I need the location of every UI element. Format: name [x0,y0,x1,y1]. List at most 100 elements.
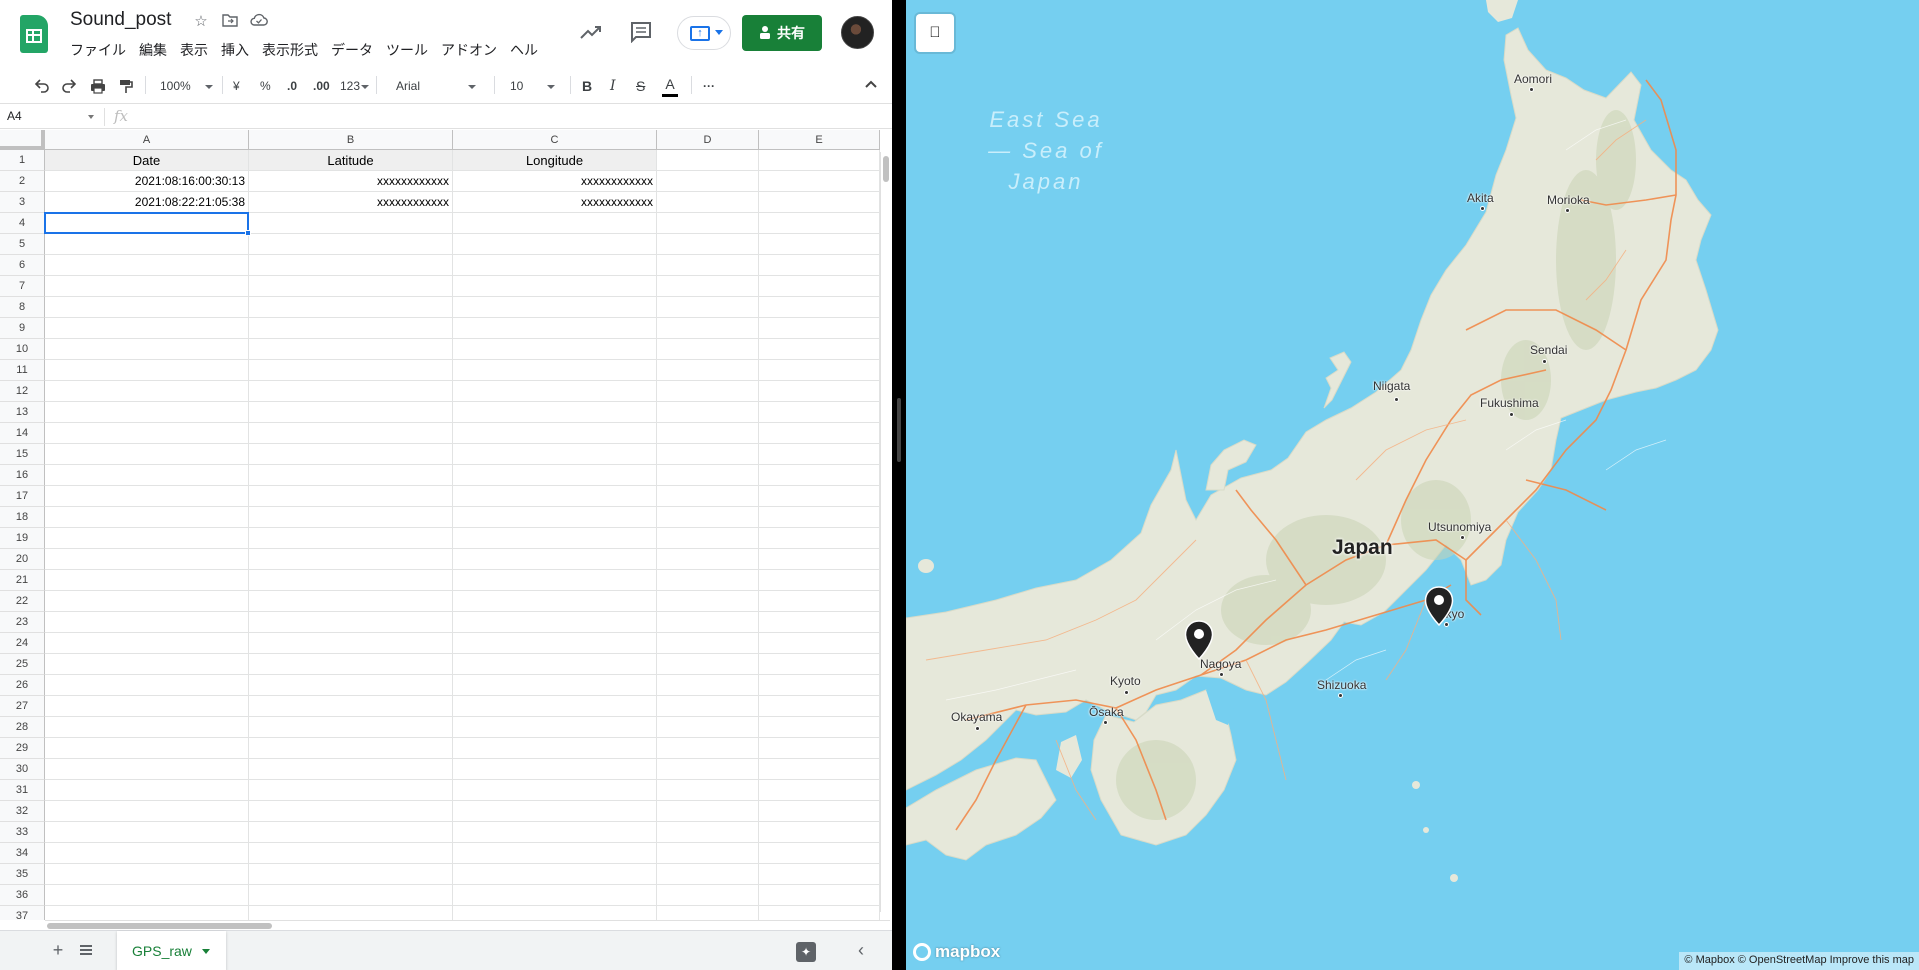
cell[interactable] [759,906,880,920]
cell[interactable] [657,906,759,920]
cell[interactable] [45,864,249,885]
row-header[interactable]: 3 [0,192,45,213]
cell[interactable] [759,255,880,276]
cell[interactable] [249,549,453,570]
row-header[interactable]: 12 [0,381,45,402]
cell[interactable] [249,843,453,864]
header-cell[interactable]: Date [45,150,249,171]
row-header[interactable]: 14 [0,423,45,444]
cell[interactable] [45,528,249,549]
cell[interactable] [657,276,759,297]
cell[interactable] [453,570,657,591]
menu-format[interactable]: 表示形式 [262,40,318,60]
text-color-button[interactable]: A [662,75,678,97]
divider-grip[interactable] [897,398,901,462]
cell[interactable] [657,801,759,822]
cell[interactable] [657,213,759,234]
cell[interactable] [249,297,453,318]
cell[interactable] [453,885,657,906]
cell[interactable] [45,717,249,738]
cell[interactable] [759,633,880,654]
menu-insert[interactable]: 挿入 [221,40,249,60]
cell[interactable] [657,780,759,801]
cell[interactable] [453,276,657,297]
row-header[interactable]: 18 [0,507,45,528]
cell[interactable] [45,801,249,822]
cell[interactable] [453,507,657,528]
cell[interactable] [657,465,759,486]
row-header[interactable]: 30 [0,759,45,780]
menu-data[interactable]: データ [331,40,373,60]
cell[interactable] [453,738,657,759]
cell[interactable] [45,696,249,717]
cell[interactable] [249,675,453,696]
cell[interactable] [759,444,880,465]
row-header[interactable]: 17 [0,486,45,507]
cell-grid[interactable]: A B C D E 1 Date Latitude Longitude 2 2021:08:16:0… [0,130,892,920]
comment-icon[interactable] [629,21,653,44]
row-header[interactable]: 11 [0,360,45,381]
cell[interactable] [759,591,880,612]
cell[interactable] [657,864,759,885]
zoom-select[interactable]: 100% [160,75,213,97]
cell[interactable] [249,507,453,528]
cell[interactable] [453,843,657,864]
row-header[interactable]: 32 [0,801,45,822]
cell[interactable] [657,360,759,381]
row-header[interactable]: 33 [0,822,45,843]
undo-icon[interactable] [34,75,50,97]
column-header-b[interactable]: B [249,130,453,150]
cell[interactable] [453,612,657,633]
menu-tools[interactable]: ツール [386,40,428,60]
cell[interactable] [45,633,249,654]
cell[interactable] [249,864,453,885]
more-options-button[interactable]: ··· [703,75,715,97]
sheet-tab-gps-raw[interactable]: GPS_raw [117,931,226,970]
cell[interactable] [45,297,249,318]
cell[interactable] [759,423,880,444]
column-header-d[interactable]: D [657,130,759,150]
cell[interactable] [45,549,249,570]
header-cell[interactable]: Latitude [249,150,453,171]
horizontal-scrollbar[interactable] [45,920,890,930]
decrease-decimal-button[interactable]: .0 [287,75,297,97]
cell[interactable] [453,318,657,339]
collapse-menu-icon[interactable] [864,77,878,91]
cell[interactable] [657,423,759,444]
cell[interactable] [453,801,657,822]
cell[interactable] [657,759,759,780]
cell[interactable] [45,318,249,339]
cell[interactable] [45,381,249,402]
column-header-c[interactable]: C [453,130,657,150]
cell[interactable] [759,276,880,297]
cell[interactable] [45,360,249,381]
cell[interactable] [249,738,453,759]
cell[interactable] [45,276,249,297]
cell[interactable] [453,486,657,507]
cell[interactable] [453,591,657,612]
cell[interactable] [759,213,880,234]
cell[interactable] [249,360,453,381]
cell[interactable] [249,444,453,465]
paint-format-icon[interactable] [118,75,134,97]
scrollbar-thumb[interactable] [47,923,272,929]
cell[interactable] [657,339,759,360]
cell[interactable] [453,906,657,920]
cell[interactable] [453,780,657,801]
row-header[interactable]: 26 [0,675,45,696]
row-header[interactable]: 15 [0,444,45,465]
cell[interactable] [453,633,657,654]
data-cell[interactable]: 2021:08:22:21:05:38 [45,192,249,213]
row-header[interactable]: 25 [0,654,45,675]
cell[interactable] [249,381,453,402]
cell[interactable] [45,570,249,591]
map-panel[interactable]:  East Sea — Sea of Japan Aomori Akita M… [906,0,1919,970]
cell[interactable] [453,717,657,738]
split-divider[interactable] [892,0,906,970]
cell[interactable] [453,339,657,360]
cell[interactable] [657,297,759,318]
row-header[interactable]: 35 [0,864,45,885]
data-cell[interactable]: xxxxxxxxxxxx [453,171,657,192]
cell[interactable] [759,549,880,570]
cell[interactable] [453,213,657,234]
